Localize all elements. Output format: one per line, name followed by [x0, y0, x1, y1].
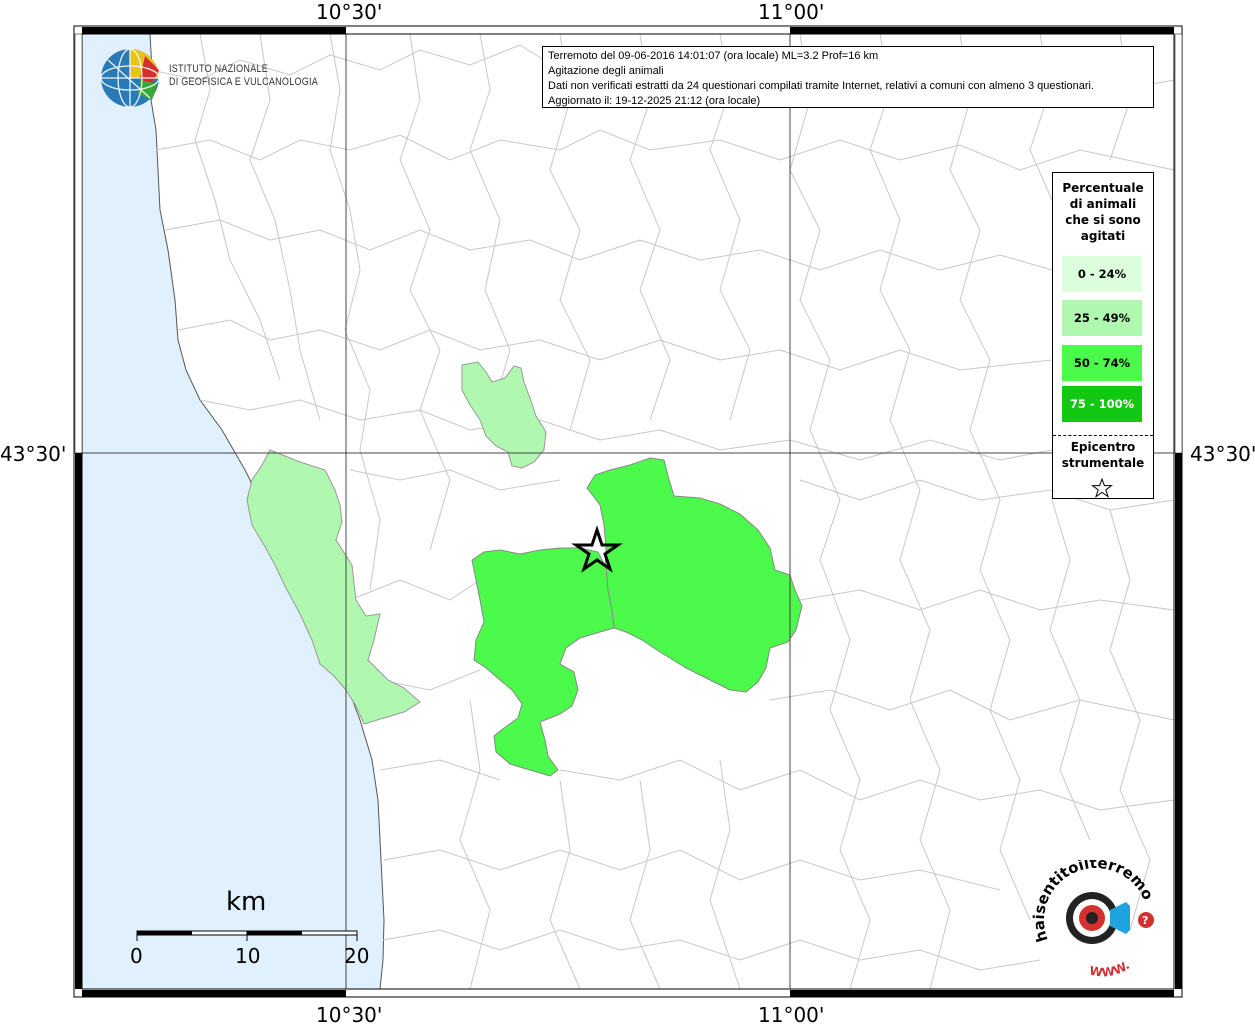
info-line-source: Dati non verificati estratti da 24 quest… [548, 80, 1094, 92]
watermark-url: WWW. [1088, 958, 1132, 980]
top-label-1030: 10°30' [316, 0, 383, 24]
bottom-label-1100: 11°00' [758, 1003, 825, 1027]
ingv-name-line1: ISTITUTO NAZIONALE [169, 63, 268, 75]
info-line-event: Terremoto del 09-06-2016 14:01:07 (ora l… [548, 50, 879, 62]
legend-title-line4: agitati [1080, 229, 1126, 243]
legend-item-label: 50 - 74% [1073, 356, 1131, 370]
legend-epicenter-line2: strumentale [1061, 456, 1145, 470]
legend-separator [1053, 435, 1153, 436]
legend-title: Percentuale di animali che si sono agita… [1053, 180, 1153, 244]
info-line-topic: Agitazione degli animali [548, 65, 664, 77]
legend-item-75-100: 75 - 100% [1062, 386, 1142, 422]
right-label-4330: 43°30' [1190, 442, 1255, 466]
legend-epicenter-label: Epicentro strumentale [1053, 439, 1153, 471]
scale-tick-20: 20 [344, 944, 370, 968]
legend-item-label: 75 - 100% [1069, 397, 1135, 411]
legend-item-label: 0 - 24% [1077, 267, 1127, 281]
scale-tick-0: 0 [130, 944, 143, 968]
info-line-updated: Aggiornato il: 19-12-2025 21:12 (ora loc… [548, 95, 761, 107]
legend-title-line2: di animali [1069, 197, 1137, 211]
event-info-box: Terremoto del 09-06-2016 14:01:07 (ora l… [542, 46, 1154, 108]
ingv-globe-icon [100, 48, 160, 108]
legend-item-label: 25 - 49% [1073, 311, 1131, 325]
svg-text:?: ? [1142, 914, 1148, 927]
left-label-4330: 43°30' [0, 442, 67, 466]
legend-title-line1: Percentuale [1062, 181, 1144, 195]
scale-tick-10: 10 [235, 944, 261, 968]
ingv-name-line2: DI GEOFISICA E VULCANOLOGIA [169, 76, 318, 88]
legend-star-icon [1091, 478, 1113, 498]
top-label-1100: 11°00' [758, 0, 825, 24]
legend: Percentuale di animali che si sono agita… [1052, 172, 1154, 499]
scale-unit: km [226, 887, 267, 917]
legend-title-line3: che si sono [1065, 213, 1141, 227]
ingv-name: ISTITUTO NAZIONALE DI GEOFISICA E VULCAN… [169, 63, 318, 89]
legend-item-50-74: 50 - 74% [1062, 345, 1142, 381]
legend-epicenter-line1: Epicentro [1070, 440, 1136, 454]
legend-item-25-49: 25 - 49% [1062, 300, 1142, 336]
legend-item-0-24: 0 - 24% [1062, 256, 1142, 292]
bottom-label-1030: 10°30' [316, 1003, 383, 1027]
svg-text:WWW.: WWW. [1088, 958, 1132, 980]
haisentito-logo-icon: haisentitoilterremoto.it WWW. ? [1030, 860, 1157, 980]
